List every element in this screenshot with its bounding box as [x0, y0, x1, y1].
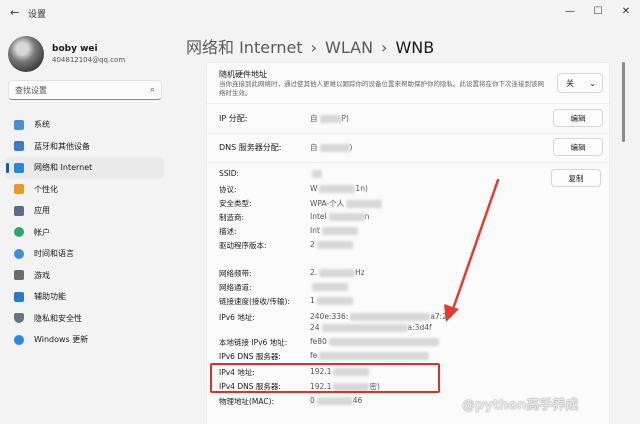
annotation-arrow-icon: [444, 178, 500, 322]
watermark: @python高手养成: [462, 398, 579, 413]
